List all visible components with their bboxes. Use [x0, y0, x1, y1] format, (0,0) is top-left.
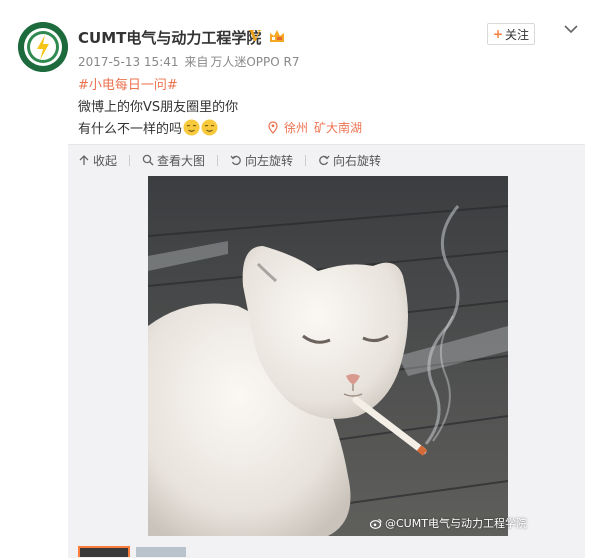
toolbar-divider — [217, 154, 219, 166]
cumt-logo-icon — [18, 22, 68, 72]
media-toolbar: 收起 查看大图 向左旋转 向右旋转 — [78, 152, 393, 168]
thumbnail[interactable] — [136, 547, 186, 557]
location-city: 徐州 — [284, 121, 309, 135]
topic-hashtag[interactable]: #小电每日一问# — [78, 74, 178, 93]
rotate-right-label: 向右旋转 — [333, 153, 382, 168]
post-text-line1: 微博上的你VS朋友圈里的你 — [78, 100, 239, 115]
toolbar-divider — [129, 154, 131, 166]
view-large-button[interactable]: 查看大图 — [142, 152, 205, 169]
vip-crown-icon — [270, 30, 284, 42]
username[interactable]: CUMT电气与动力工程学院 — [78, 27, 261, 48]
post-date[interactable]: 2017-5-13 15:41 — [78, 55, 179, 69]
post-text-line2-text: 有什么不一样的吗 — [78, 122, 183, 137]
watermark-text: @CUMT电气与动力工程学院 — [385, 517, 527, 530]
verified-icon: V — [249, 27, 261, 45]
weibo-post: CUMT电气与动力工程学院 V 2017-5-13 15:41 来自 万人迷OPP… — [0, 0, 605, 558]
weibo-logo-icon — [370, 518, 382, 529]
source-prefix: 来自 — [184, 55, 209, 69]
chevron-down-icon[interactable] — [562, 22, 580, 36]
location-place: 矿大南湖 — [314, 121, 363, 135]
rotate-left-button[interactable]: 向左旋转 — [230, 152, 293, 169]
collapse-label: 收起 — [93, 153, 118, 168]
post-meta: 2017-5-13 15:41 来自 万人迷OPPO R7 — [78, 53, 302, 70]
thumbnail-selected[interactable] — [78, 546, 130, 557]
rotate-right-button[interactable]: 向右旋转 — [318, 152, 381, 169]
smirk-emoji-icon — [183, 119, 200, 136]
rotate-left-label: 向左旋转 — [245, 153, 294, 168]
collapse-button[interactable]: 收起 — [78, 152, 117, 169]
rotate-left-icon — [230, 155, 241, 166]
user-avatar[interactable] — [18, 22, 68, 72]
post-source[interactable]: 万人迷OPPO R7 — [210, 55, 299, 69]
follow-label: 关注 — [505, 27, 530, 42]
post-location[interactable]: 徐州 矿大南湖 — [268, 119, 362, 136]
location-pin-icon — [268, 121, 278, 134]
magnifier-icon — [142, 154, 154, 166]
post-text-line2: 有什么不一样的吗 — [78, 118, 218, 137]
post-image[interactable] — [148, 176, 508, 536]
cat-photo — [148, 176, 508, 536]
collapse-up-icon — [79, 155, 89, 165]
follow-button[interactable]: + 关注 — [487, 23, 535, 45]
toolbar-divider — [305, 154, 307, 166]
plus-icon: + — [492, 27, 504, 41]
rotate-right-icon — [319, 155, 330, 166]
view-large-label: 查看大图 — [157, 153, 206, 168]
smirk-emoji-icon — [201, 119, 218, 136]
image-watermark: @CUMT电气与动力工程学院 — [370, 515, 527, 531]
